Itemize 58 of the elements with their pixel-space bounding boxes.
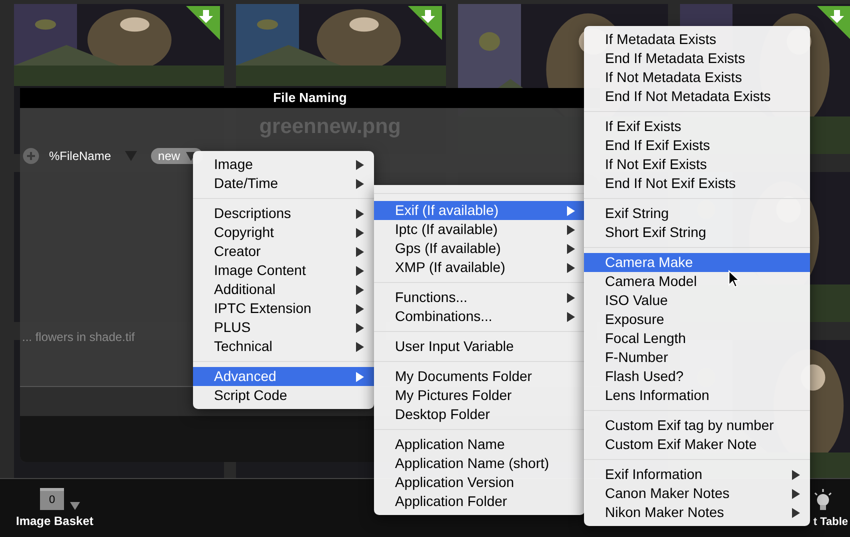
menu-item[interactable]: Application Name	[374, 435, 585, 454]
faint-file-name: ... flowers in shade.tif	[21, 329, 135, 346]
light-table-label: t Table	[813, 514, 848, 530]
download-badge-icon	[408, 6, 442, 40]
basket-label: Image Basket	[16, 513, 94, 530]
menu-item[interactable]: F-Number	[584, 348, 810, 367]
menu-item[interactable]: Custom Exif tag by number	[584, 416, 810, 435]
token-label: %FileName	[49, 148, 112, 165]
menu-item[interactable]: Image Content	[193, 261, 374, 280]
caret-icon[interactable]	[70, 502, 80, 510]
menu-item[interactable]: Script Code	[193, 386, 374, 405]
menu-item[interactable]: Gps (If available)	[374, 239, 585, 258]
basket-count: 0	[40, 488, 64, 510]
menu-item[interactable]: Additional	[193, 280, 374, 299]
menu-item[interactable]: My Pictures Folder	[374, 386, 585, 405]
menu-item[interactable]: Iptc (If available)	[374, 220, 585, 239]
menu-item[interactable]: End If Exif Exists	[584, 136, 810, 155]
menu-item[interactable]: Technical	[193, 337, 374, 356]
menu-item[interactable]: Exif (If available)	[374, 201, 585, 220]
menu-item[interactable]: Flash Used?	[584, 367, 810, 386]
menu-item[interactable]: Exif String	[584, 204, 810, 223]
menu-item[interactable]: Combinations...	[374, 307, 585, 326]
menu-item[interactable]: My Documents Folder	[374, 367, 585, 386]
light-bulb-icon[interactable]	[812, 488, 834, 512]
menu-item[interactable]: Date/Time	[193, 174, 374, 193]
menu-item[interactable]: ISO Value	[584, 291, 810, 310]
menu-item[interactable]: Exif Information	[584, 465, 810, 484]
menu-item[interactable]: Application Version	[374, 473, 585, 492]
menu-item[interactable]: Camera Model	[584, 272, 810, 291]
download-badge-icon	[186, 6, 220, 40]
menu-item[interactable]: Creator	[193, 242, 374, 261]
menu-item[interactable]: XMP (If available)	[374, 258, 585, 277]
menu-item[interactable]: Application Folder	[374, 492, 585, 511]
download-badge-icon	[817, 6, 850, 40]
menu-item[interactable]: Application Name (short)	[374, 454, 585, 473]
menu-item[interactable]: Descriptions	[193, 204, 374, 223]
menu-item[interactable]: Desktop Folder	[374, 405, 585, 424]
menu-item[interactable]: Lens Information	[584, 386, 810, 405]
menu-item[interactable]: User Input Variable	[374, 337, 585, 356]
mouse-pointer-icon	[728, 270, 740, 288]
menu-item[interactable]: Short Exif String	[584, 223, 810, 242]
menu-item[interactable]: Advanced	[193, 367, 374, 386]
menu-item[interactable]: If Not Metadata Exists	[584, 68, 810, 87]
menu-item[interactable]: If Not Exif Exists	[584, 155, 810, 174]
menu-item[interactable]: If Metadata Exists	[584, 30, 810, 49]
menu-item[interactable]: Camera Make	[584, 253, 810, 272]
menu-item[interactable]: Nikon Maker Notes	[584, 503, 810, 522]
menu-item[interactable]: If Exif Exists	[584, 117, 810, 136]
menu-item[interactable]: End If Not Exif Exists	[584, 174, 810, 193]
menu-item[interactable]: Functions...	[374, 288, 585, 307]
menu-item[interactable]: Exposure	[584, 310, 810, 329]
menu-item[interactable]: Focal Length	[584, 329, 810, 348]
menu-item[interactable]: End If Metadata Exists	[584, 49, 810, 68]
menu-item[interactable]: Copyright	[193, 223, 374, 242]
menu-item[interactable]: Canon Maker Notes	[584, 484, 810, 503]
menu-item[interactable]: IPTC Extension	[193, 299, 374, 318]
menu-item[interactable]: PLUS	[193, 318, 374, 337]
menu-item[interactable]: Custom Exif Maker Note	[584, 435, 810, 454]
